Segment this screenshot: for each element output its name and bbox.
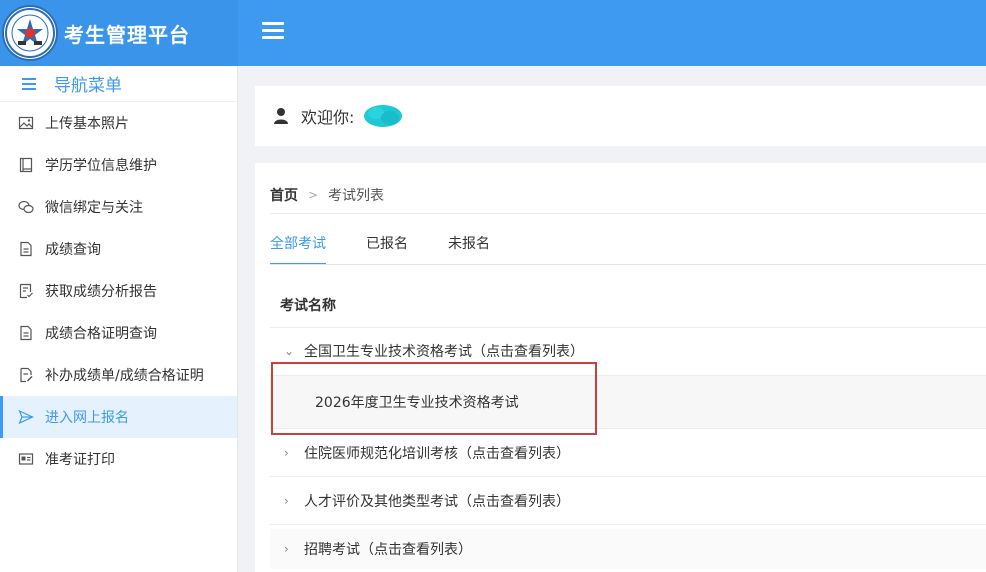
sidebar-item-admission-ticket[interactable]: 准考证打印 bbox=[0, 438, 237, 480]
nav-header-label: 导航菜单 bbox=[54, 76, 122, 96]
sidebar-item-wechat[interactable]: 微信绑定与关注 bbox=[0, 186, 237, 228]
sidebar-item-label: 上传基本照片 bbox=[45, 116, 129, 132]
chevron-right-icon: > bbox=[308, 188, 319, 202]
app-title: 考生管理平台 bbox=[64, 22, 190, 47]
main-content: 首页 > 考试列表 全部考试 已报名 未报名 考试名称 ⌄ 全国卫生专业技术资格… bbox=[255, 163, 986, 572]
sidebar-item-online-registration[interactable]: 进入网上报名 bbox=[0, 396, 237, 438]
logo bbox=[2, 5, 58, 61]
exam-category-label: 人才评价及其他类型考试（点击查看列表） bbox=[304, 494, 570, 510]
exam-item-label[interactable]: 2026年度卫生专业技术资格考试 bbox=[315, 392, 519, 412]
document-edit-icon bbox=[20, 367, 33, 383]
sidebar-item-label: 进入网上报名 bbox=[45, 410, 129, 426]
logo-area: 考生管理平台 bbox=[0, 0, 238, 66]
chevron-right-icon: › bbox=[284, 446, 289, 460]
sidebar-item-score-report[interactable]: 获取成绩分析报告 bbox=[0, 270, 237, 312]
divider bbox=[270, 213, 986, 214]
menu-toggle-button[interactable] bbox=[262, 22, 284, 44]
exam-tabs: 全部考试 已报名 未报名 bbox=[270, 233, 530, 265]
chevron-down-icon: ⌄ bbox=[284, 344, 295, 358]
nav-header: 导航菜单 bbox=[0, 66, 237, 102]
tab-unregistered[interactable]: 未报名 bbox=[448, 233, 490, 265]
breadcrumb-current: 考试列表 bbox=[328, 188, 385, 204]
image-icon bbox=[18, 116, 34, 130]
sidebar-item-label: 获取成绩分析报告 bbox=[45, 284, 157, 300]
sidebar-item-label: 成绩查询 bbox=[45, 242, 101, 258]
exam-category-row[interactable]: › 招聘考试（点击查看列表） bbox=[270, 529, 986, 569]
exam-category-label: 全国卫生专业技术资格考试（点击查看列表） bbox=[304, 344, 584, 360]
sidebar-item-education[interactable]: 学历学位信息维护 bbox=[0, 144, 237, 186]
sidebar-item-reissue[interactable]: 补办成绩单/成绩合格证明 bbox=[0, 354, 237, 396]
tab-all-exams[interactable]: 全部考试 bbox=[270, 233, 326, 265]
sidebar-item-score-query[interactable]: 成绩查询 bbox=[0, 228, 237, 270]
column-header-exam-name: 考试名称 bbox=[280, 298, 336, 314]
document-icon bbox=[20, 241, 32, 257]
top-bar: 考生管理平台 bbox=[0, 0, 986, 66]
exam-category-label: 招聘考试（点击查看列表） bbox=[304, 542, 472, 558]
redacted-username bbox=[364, 105, 403, 127]
book-icon bbox=[19, 157, 33, 173]
exam-category-label: 住院医师规范化培训考核（点击查看列表） bbox=[304, 446, 570, 462]
sidebar-item-upload-photo[interactable]: 上传基本照片 bbox=[0, 102, 237, 144]
exam-item-row[interactable]: 2026年度卫生专业技术资格考试 bbox=[270, 376, 986, 428]
report-icon bbox=[19, 283, 33, 299]
tab-registered[interactable]: 已报名 bbox=[366, 233, 408, 265]
wechat-icon bbox=[18, 200, 34, 214]
chevron-right-icon: › bbox=[284, 542, 289, 556]
document-icon bbox=[20, 325, 32, 341]
sidebar-item-label: 微信绑定与关注 bbox=[45, 200, 143, 216]
divider bbox=[270, 428, 986, 429]
chevron-right-icon: › bbox=[284, 494, 289, 508]
sidebar-item-label: 补办成绩单/成绩合格证明 bbox=[45, 368, 204, 384]
breadcrumb-home[interactable]: 首页 bbox=[270, 185, 298, 205]
sidebar-item-label: 准考证打印 bbox=[45, 452, 115, 468]
breadcrumb: 首页 > 考试列表 bbox=[270, 185, 384, 205]
exam-category-row[interactable]: › 人才评价及其他类型考试（点击查看列表） bbox=[270, 481, 986, 521]
send-icon bbox=[18, 409, 34, 425]
divider bbox=[270, 327, 986, 328]
id-card-icon bbox=[18, 453, 34, 465]
sidebar-item-certificate-query[interactable]: 成绩合格证明查询 bbox=[0, 312, 237, 354]
sidebar-item-label: 成绩合格证明查询 bbox=[45, 326, 157, 342]
divider bbox=[270, 476, 986, 477]
user-icon bbox=[274, 108, 288, 124]
sidebar: 导航菜单 上传基本照片 学历学位信息维护 微信绑定与关注 成绩查询 获取成绩分析… bbox=[0, 66, 238, 572]
welcome-text: 欢迎你: bbox=[301, 108, 355, 127]
menu-icon bbox=[22, 75, 36, 93]
divider bbox=[270, 524, 986, 525]
exam-category-row[interactable]: › 住院医师规范化培训考核（点击查看列表） bbox=[270, 433, 986, 473]
welcome-bar: 欢迎你: bbox=[255, 86, 986, 146]
tabs-divider bbox=[270, 264, 986, 265]
exam-category-row[interactable]: ⌄ 全国卫生专业技术资格考试（点击查看列表） bbox=[270, 331, 986, 371]
sidebar-item-label: 学历学位信息维护 bbox=[45, 158, 157, 174]
